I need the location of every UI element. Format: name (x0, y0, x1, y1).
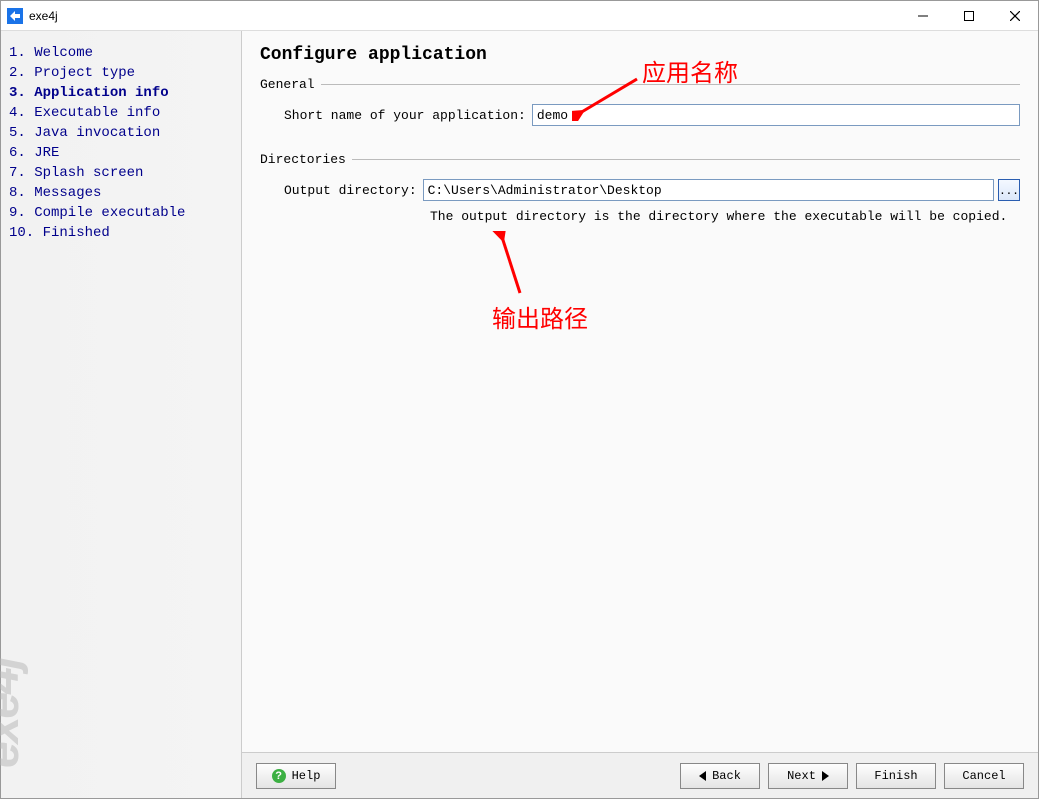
window-title: exe4j (29, 9, 58, 23)
sidebar-step-6[interactable]: 6. JRE (9, 143, 233, 163)
close-button[interactable] (992, 1, 1038, 31)
sidebar-step-7[interactable]: 7. Splash screen (9, 163, 233, 183)
browse-button[interactable]: ... (998, 179, 1020, 201)
sidebar-step-2[interactable]: 2. Project type (9, 63, 233, 83)
help-label: Help (292, 769, 321, 783)
next-button[interactable]: Next (768, 763, 848, 789)
group-general: General Short name of your application: (260, 77, 1020, 134)
divider (352, 159, 1020, 160)
group-directories: Directories Output directory: ... The ou… (260, 152, 1020, 224)
cancel-button[interactable]: Cancel (944, 763, 1024, 789)
output-dir-hint: The output directory is the directory wh… (430, 209, 1020, 224)
short-name-input[interactable] (532, 104, 1020, 126)
output-dir-label: Output directory: (284, 183, 417, 198)
minimize-button[interactable] (900, 1, 946, 31)
sidebar-step-3[interactable]: 3. Application info (9, 83, 233, 103)
app-window: exe4j 1. Welcome2. Project type3. Applic… (0, 0, 1039, 799)
sidebar-step-10[interactable]: 10. Finished (9, 223, 233, 243)
arrow-output-path (492, 231, 532, 301)
triangle-left-icon (699, 771, 706, 781)
app-icon (7, 8, 23, 24)
sidebar-step-8[interactable]: 8. Messages (9, 183, 233, 203)
finish-label: Finish (874, 769, 917, 783)
back-label: Back (712, 769, 741, 783)
cancel-label: Cancel (962, 769, 1005, 783)
sidebar-step-5[interactable]: 5. Java invocation (9, 123, 233, 143)
main-pane: Configure application General Short name… (241, 31, 1038, 798)
watermark: exe4j (0, 658, 13, 768)
titlebar: exe4j (1, 1, 1038, 31)
next-label: Next (787, 769, 816, 783)
triangle-right-icon (822, 771, 829, 781)
divider (321, 84, 1020, 85)
short-name-label: Short name of your application: (284, 108, 526, 123)
annotation-output-path: 输出路径 (492, 299, 588, 334)
sidebar-step-4[interactable]: 4. Executable info (9, 103, 233, 123)
content-area: Configure application General Short name… (242, 31, 1038, 752)
output-dir-input[interactable] (423, 179, 994, 201)
sidebar-step-1[interactable]: 1. Welcome (9, 43, 233, 63)
sidebar-step-9[interactable]: 9. Compile executable (9, 203, 233, 223)
finish-button[interactable]: Finish (856, 763, 936, 789)
page-title: Configure application (260, 45, 1020, 65)
legend-general: General (260, 77, 321, 92)
help-icon: ? (272, 769, 286, 783)
maximize-button[interactable] (946, 1, 992, 31)
help-button[interactable]: ? Help (256, 763, 336, 789)
back-button[interactable]: Back (680, 763, 760, 789)
wizard-sidebar: 1. Welcome2. Project type3. Application … (1, 31, 241, 798)
button-bar: ? Help Back Next Finish Cancel (242, 752, 1038, 798)
legend-directories: Directories (260, 152, 352, 167)
